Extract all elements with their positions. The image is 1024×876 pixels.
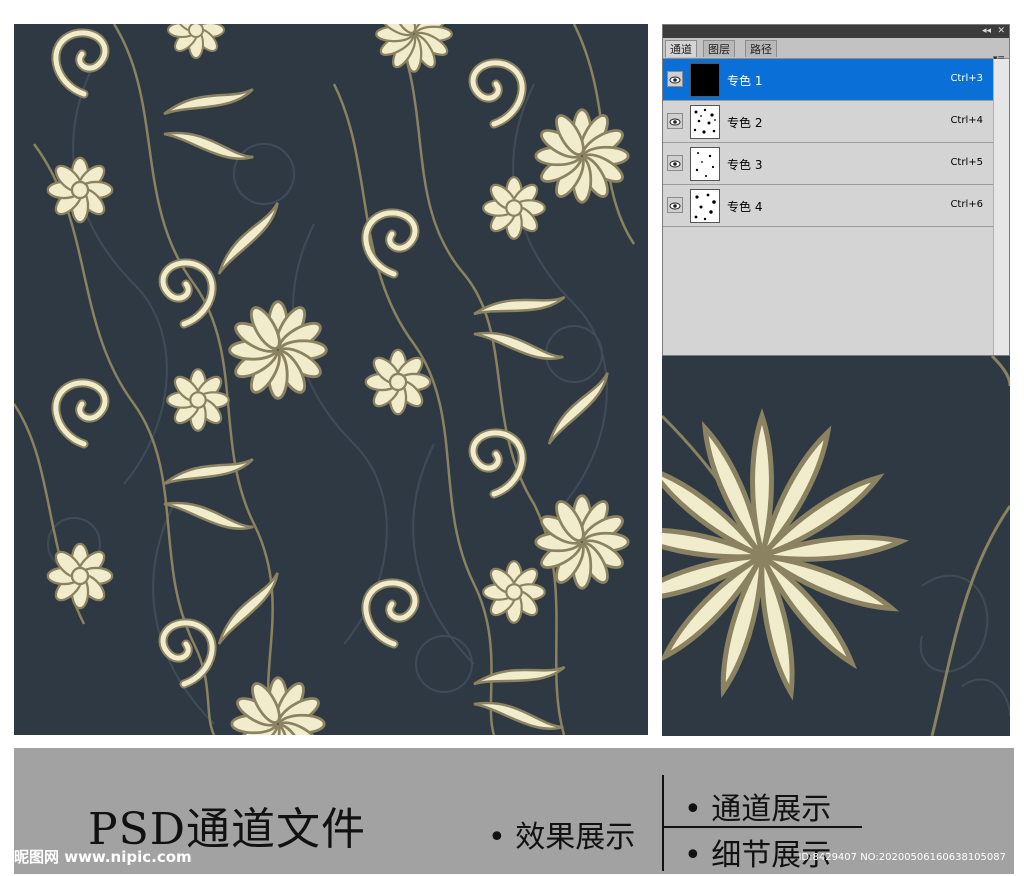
effect-text: 效果展示	[515, 820, 636, 855]
panel-scrollbar[interactable]	[993, 59, 1009, 355]
channel-name: 专色 1	[727, 74, 763, 88]
eye-icon[interactable]	[667, 113, 683, 129]
channel-text: 通道展示	[711, 792, 832, 827]
channel-row-spot-4[interactable]: 专色 4 Ctrl+6	[663, 185, 993, 227]
channel-thumbnail	[690, 63, 720, 97]
channel-name: 专色 3	[727, 158, 763, 172]
eye-icon[interactable]	[667, 197, 683, 213]
channel-shortcut: Ctrl+3	[950, 73, 983, 84]
effect-label: • 效果展示	[488, 820, 636, 855]
pattern-preview	[14, 24, 648, 735]
eye-icon[interactable]	[667, 155, 683, 171]
tab-channels[interactable]: 通道	[665, 40, 697, 57]
channel-row-spot-3[interactable]: 专色 3 Ctrl+5	[663, 143, 993, 185]
close-icon[interactable]: ✕	[997, 25, 1005, 38]
tab-layers[interactable]: 图层	[703, 40, 735, 57]
channel-thumbnail	[690, 189, 720, 223]
eye-icon[interactable]	[667, 71, 683, 87]
channel-shortcut: Ctrl+5	[950, 157, 983, 168]
floral-pattern	[14, 24, 636, 735]
channel-row-spot-1[interactable]: 专色 1 Ctrl+3	[663, 59, 993, 101]
channels-panel: ◂◂ ✕ 通道 图层 路径 ▾≡ 专色 1 Ctrl+3 专色 2 Ctrl+4…	[662, 24, 1010, 356]
watermark-right: ID:8429407 NO:20200506160638105087	[798, 852, 1006, 863]
channel-thumbnail	[690, 105, 720, 139]
channel-thumbnail	[690, 147, 720, 181]
channel-row-spot-2[interactable]: 专色 2 Ctrl+4	[663, 101, 993, 143]
panel-titlebar: ◂◂ ✕	[663, 25, 1009, 38]
bottom-banner: PSD通道文件 • 效果展示 • 通道展示 • 细节展示 昵图网 www.nip…	[14, 748, 1014, 874]
channel-shortcut: Ctrl+6	[950, 199, 983, 210]
tab-paths[interactable]: 路径	[745, 40, 777, 57]
channel-name: 专色 4	[727, 200, 763, 214]
divider-vertical	[662, 775, 664, 871]
channel-shortcut: Ctrl+4	[950, 115, 983, 126]
channel-name: 专色 2	[727, 116, 763, 130]
watermark-left: 昵图网 www.nipic.com	[14, 848, 192, 866]
zoomed-flower	[662, 356, 1010, 736]
channel-label: • 通道展示	[684, 792, 832, 827]
detail-preview	[662, 356, 1010, 736]
collapse-icon[interactable]: ◂◂	[982, 25, 991, 38]
panel-tabs: 通道 图层 路径 ▾≡	[663, 38, 1009, 64]
